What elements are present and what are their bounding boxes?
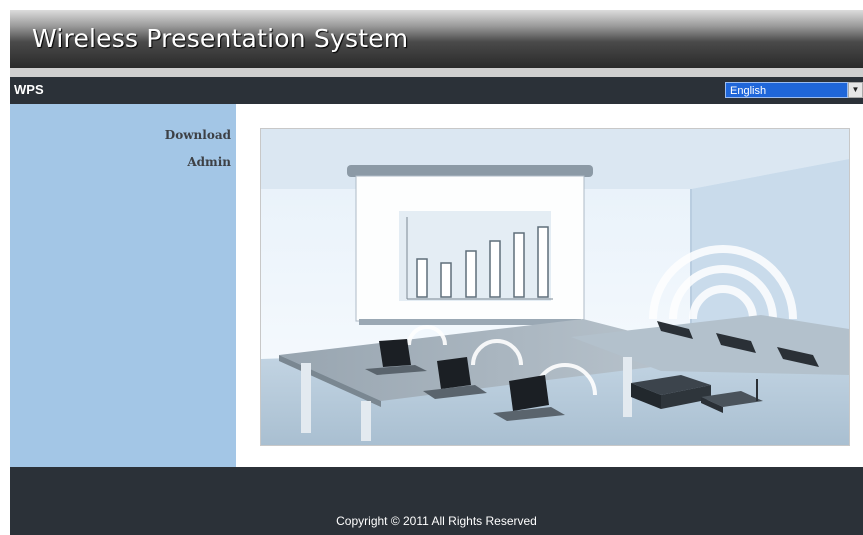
header-divider — [10, 68, 863, 77]
main-content — [236, 104, 863, 467]
copyright-text: Copyright © 2011 All Rights Reserved — [336, 514, 537, 528]
chevron-down-icon[interactable]: ▼ — [848, 82, 863, 98]
app-title: Wireless Presentation System — [32, 24, 409, 53]
language-select[interactable]: English — [725, 82, 848, 98]
footer: Copyright © 2011 All Rights Reserved — [10, 467, 863, 535]
sidebar-item-download[interactable]: Download — [165, 128, 231, 142]
sidebar: Download Admin — [10, 104, 236, 467]
nav-brand: WPS — [14, 82, 44, 97]
sidebar-item-admin[interactable]: Admin — [187, 155, 231, 169]
hero-image — [260, 128, 850, 446]
top-navbar: WPS English ▼ — [10, 77, 863, 104]
header-banner: Wireless Presentation System — [10, 10, 863, 68]
